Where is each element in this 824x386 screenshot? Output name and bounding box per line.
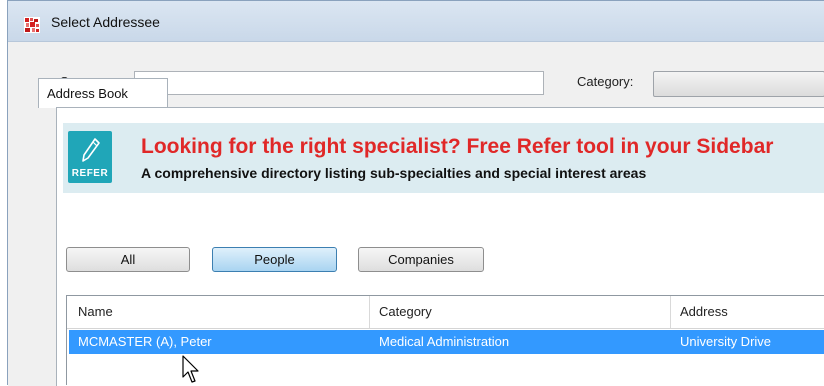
tab-address-book-label: Address Book [47,86,128,101]
row-category: Medical Administration [379,334,510,349]
category-dropdown[interactable] [653,71,824,97]
address-list: Name Category Address MCMASTER (A), Pete… [66,295,824,385]
app-icon [24,17,40,33]
row-address: University Drive [680,334,772,349]
row-name: MCMASTER (A), Peter [78,334,212,349]
tab-address-book[interactable]: Address Book [38,78,168,108]
refer-banner[interactable]: REFER Looking for the right specialist? … [63,123,824,193]
column-divider[interactable] [670,296,671,328]
column-header-name[interactable]: Name [78,304,113,319]
column-divider[interactable] [369,296,370,328]
surname-input[interactable] [134,71,544,95]
category-label: Category: [577,74,634,89]
column-header-category[interactable]: Category [379,304,432,319]
column-header-address[interactable]: Address [680,304,728,319]
filter-all-button[interactable]: All [66,247,190,272]
title-bar: Select Addressee [8,1,824,42]
banner-headline: Looking for the right specialist? Free R… [141,135,774,158]
table-row[interactable]: MCMASTER (A), Peter Medical Administrati… [69,330,824,354]
filter-people-button[interactable]: People [212,247,337,272]
window-title: Select Addressee [51,14,160,30]
refer-logo: REFER [68,131,112,183]
list-header: Name Category Address [67,296,824,329]
filter-companies-button[interactable]: Companies [358,247,484,272]
pen-icon [82,138,100,162]
banner-subline: A comprehensive directory listing sub-sp… [141,165,647,181]
mouse-pointer-icon [182,355,199,383]
refer-logo-text: REFER [71,168,109,179]
